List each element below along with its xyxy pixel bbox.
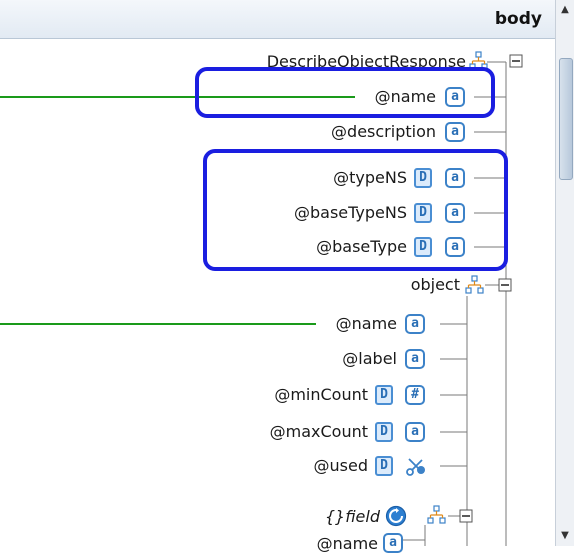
node-used-attribute[interactable]: @used	[314, 456, 368, 476]
node-maxcount-attribute[interactable]: @maxCount	[270, 422, 368, 442]
attribute-badge-icon: a	[405, 349, 425, 369]
node-object-name-attribute[interactable]: @name	[336, 314, 397, 334]
node-label-attribute[interactable]: @label	[342, 349, 397, 369]
attribute-badge-icon: a	[445, 237, 465, 257]
node-name-attribute[interactable]: @name	[375, 87, 436, 107]
node-typens-attribute[interactable]: @typeNS	[333, 168, 407, 188]
attribute-badge-icon: a	[405, 314, 425, 334]
node-field-name-attribute[interactable]: @name	[317, 534, 378, 554]
data-badge-icon: D	[375, 385, 393, 405]
data-badge-icon: D	[414, 168, 432, 188]
scroll-down-arrow-icon[interactable]: ▼	[556, 528, 574, 544]
sequence-compositor-icon	[427, 505, 446, 524]
data-badge-icon: D	[375, 456, 393, 476]
node-description-attribute[interactable]: @description	[331, 122, 436, 142]
node-object-element[interactable]: object	[411, 275, 460, 295]
collapse-box-icon	[509, 54, 523, 68]
attribute-badge-icon: a	[405, 422, 425, 442]
attribute-badge-icon: a	[445, 87, 465, 107]
scroll-up-arrow-icon[interactable]: ▲	[556, 2, 574, 18]
number-badge-icon: #	[405, 385, 425, 405]
tree-connector-lines	[0, 51, 523, 546]
node-field-element[interactable]: {}field	[325, 507, 380, 527]
collapse-box-icon	[498, 278, 512, 292]
scrollbar-thumb[interactable]	[559, 58, 573, 180]
repeating-element-icon	[385, 505, 407, 527]
node-mincount-attribute[interactable]: @minCount	[274, 385, 368, 405]
attribute-badge-icon: a	[445, 122, 465, 142]
node-describe-object-response[interactable]: DescribeObjectResponse	[267, 52, 466, 72]
node-basetype-attribute[interactable]: @baseType	[316, 237, 407, 257]
vertical-scrollbar[interactable]: ▲ ▼	[555, 0, 574, 546]
unused-attribute-icon	[406, 458, 425, 476]
data-badge-icon: D	[414, 203, 432, 223]
attribute-badge-icon: a	[383, 533, 403, 553]
collapse-box-icon	[459, 509, 473, 523]
attribute-badge-icon: a	[445, 168, 465, 188]
data-badge-icon: D	[375, 422, 393, 442]
data-badge-icon: D	[414, 237, 432, 257]
sequence-compositor-icon	[469, 51, 488, 70]
node-basetypens-attribute[interactable]: @baseTypeNS	[294, 203, 407, 223]
sequence-compositor-icon	[465, 275, 484, 294]
attribute-badge-icon: a	[445, 203, 465, 223]
